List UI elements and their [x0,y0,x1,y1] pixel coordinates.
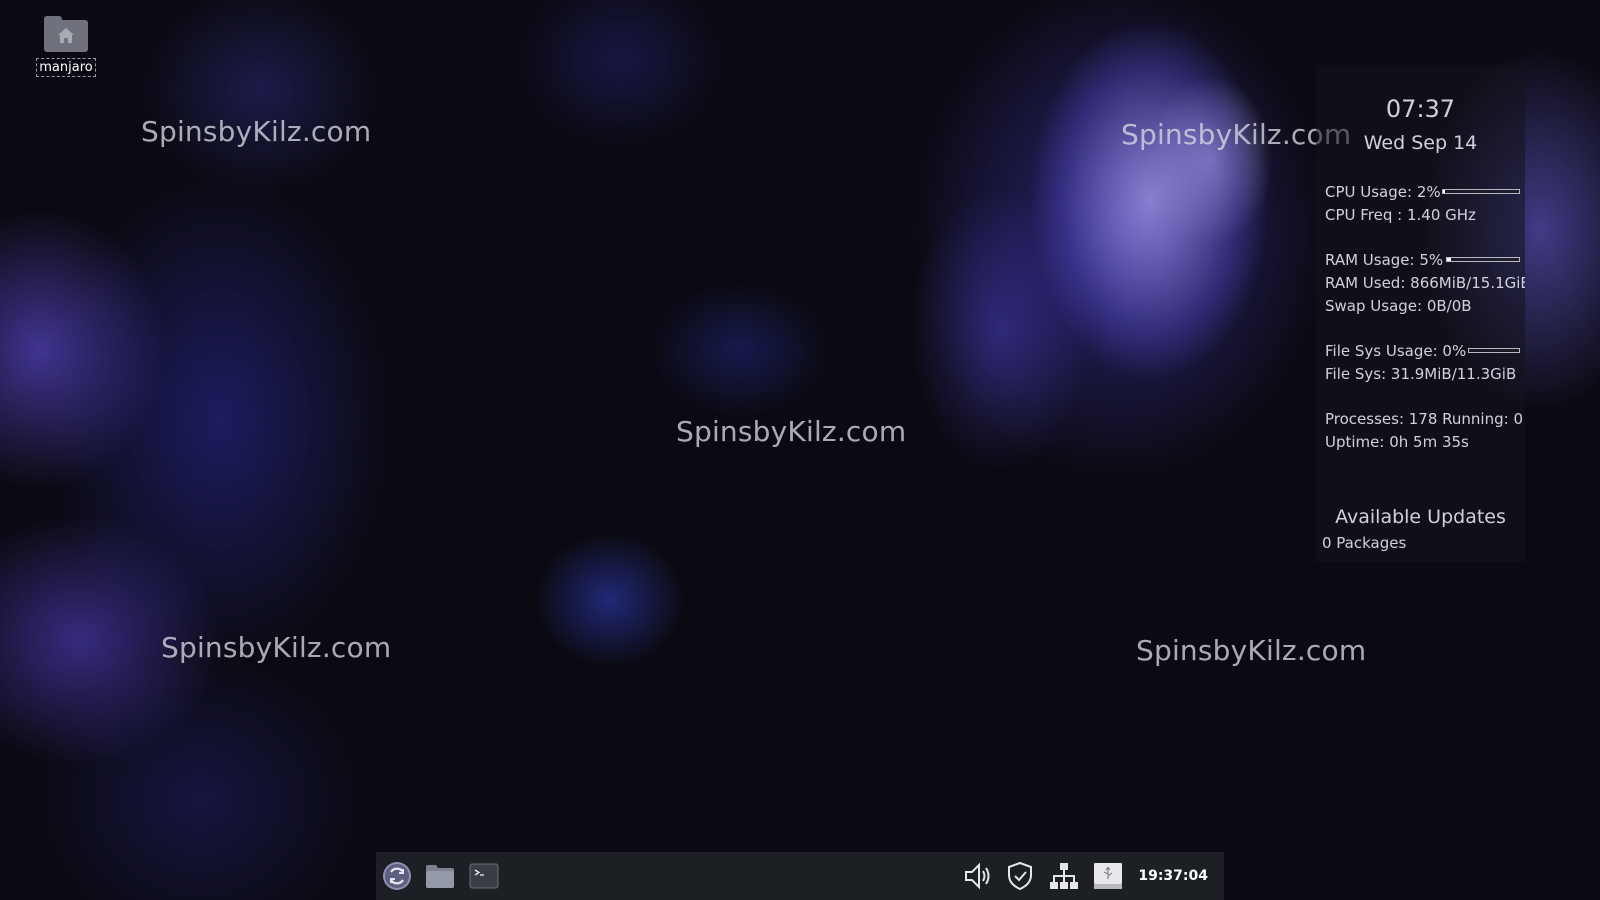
ram-used-text: RAM Used: 866MiB/15.1GiB [1325,274,1525,292]
updates-value: 0 Packages [1322,534,1407,552]
taskbar: 19:37:04 [376,852,1224,900]
cpu-usage-bar [1442,189,1520,194]
uptime-text: Uptime: 0h 5m 35s [1325,433,1469,451]
security-button[interactable] [1002,852,1038,900]
removable-device-button[interactable] [1088,852,1128,900]
volume-button[interactable] [960,852,996,900]
watermark: SpinsbyKilz.com [161,631,392,664]
app-menu-button[interactable] [376,852,418,900]
watermark: SpinsbyKilz.com [676,415,907,448]
volume-icon [965,862,990,890]
cpu-freq-text: CPU Freq : 1.40 GHz [1325,206,1476,224]
file-manager-button[interactable] [418,852,462,900]
usb-drive-icon [1094,863,1122,889]
cpu-usage-text: CPU Usage: 2% [1325,183,1441,201]
system-monitor-widget: 07:37 Wed Sep 14 CPU Usage: 2% CPU Freq … [1316,65,1525,562]
watermark: SpinsbyKilz.com [141,115,372,148]
desktop-icon-label: manjaro [36,58,96,77]
shield-icon [1008,861,1032,891]
network-icon [1050,863,1078,889]
ram-usage-bar [1446,257,1520,262]
fs-text: File Sys: 31.9MiB/11.3GiB [1325,365,1517,383]
processes-text: Processes: 178 Running: 0 [1325,410,1523,428]
file-manager-icon [426,865,454,888]
ram-usage-text: RAM Usage: 5% [1325,251,1444,269]
desktop-icon-home[interactable]: manjaro [36,16,96,77]
fs-usage-text: File Sys Usage: 0% [1325,342,1467,360]
terminal-icon [469,863,499,889]
home-folder-icon [44,16,88,52]
manjaro-menu-icon [383,862,411,890]
taskbar-clock[interactable]: 19:37:04 [1138,852,1208,900]
swap-usage-text: Swap Usage: 0B/0B [1325,297,1472,315]
monitor-date: Wed Sep 14 [1363,132,1478,154]
watermark: SpinsbyKilz.com [1136,634,1367,667]
updates-title: Available Updates [1335,506,1506,528]
terminal-button[interactable] [462,852,506,900]
network-button[interactable] [1044,852,1084,900]
monitor-clock: 07:37 [1385,95,1456,123]
fs-usage-bar [1468,348,1520,353]
